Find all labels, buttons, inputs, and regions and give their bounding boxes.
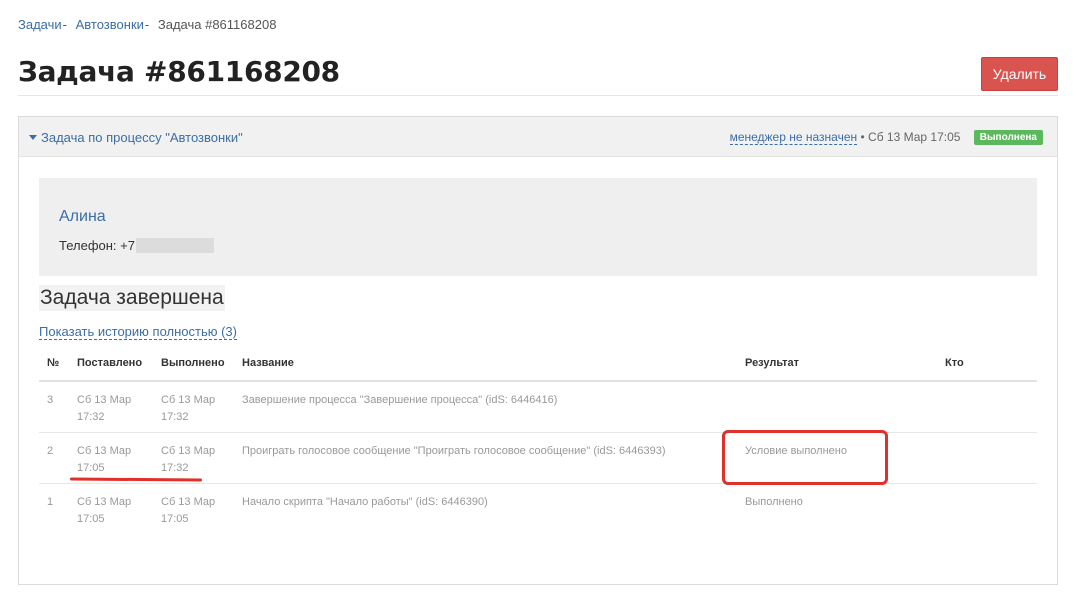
- breadcrumb-item-tasks[interactable]: Задачи: [18, 17, 62, 32]
- row-num: 3: [47, 394, 54, 406]
- history-link[interactable]: Показать историю полностью (3): [39, 324, 237, 340]
- row-result: Выполнено: [745, 496, 803, 508]
- panel-header: Задача по процессу "Автозвонки" менеджер…: [19, 117, 1057, 157]
- breadcrumb-item-autocalls[interactable]: Автозвонки: [76, 17, 144, 32]
- breadcrumb: Задачи- Автозвонки- Задача #861168208: [18, 17, 276, 32]
- manager-link[interactable]: менеджер не назначен: [729, 130, 858, 145]
- row-name: Завершение процесса "Завершение процесса…: [242, 394, 558, 406]
- row-done-time: 17:32: [161, 411, 189, 423]
- row-done-time: 17:32: [161, 462, 189, 474]
- completion-title: Задача завершена: [39, 285, 225, 311]
- table-row: 3 Сб 13 Мар 17:32 Сб 13 Мар 17:32 Завершен…: [39, 382, 1037, 433]
- contact-name-link[interactable]: Алина: [59, 208, 106, 226]
- page-title: Задача #861168208: [18, 55, 340, 88]
- row-num: 1: [47, 496, 54, 508]
- col-header-name: Название: [242, 357, 294, 369]
- row-set-date: Сб 13 Мар: [77, 394, 132, 406]
- meta-separator: •: [860, 130, 865, 144]
- col-header-num: №: [47, 357, 60, 369]
- row-name: Проиграть голосовое сообщение "Проиграть…: [242, 445, 666, 457]
- row-set-time: 17:05: [77, 513, 105, 525]
- col-header-who: Кто: [945, 357, 964, 369]
- task-panel: Задача по процессу "Автозвонки" менеджер…: [18, 116, 1058, 585]
- process-label: Задача по процессу "Автозвонки": [41, 130, 243, 145]
- col-header-done: Выполнено: [161, 357, 225, 369]
- panel-meta: менеджер не назначен • Сб 13 Мар 17:05 В…: [729, 130, 1043, 145]
- row-set: Сб 13 Мар 17:05: [77, 443, 147, 477]
- row-done-time: 17:05: [161, 513, 189, 525]
- contact-card: Алина Телефон: +7: [39, 178, 1037, 276]
- task-datetime: Сб 13 Мар 17:05: [868, 130, 961, 144]
- row-set-date: Сб 13 Мар: [77, 445, 132, 457]
- col-header-set: Поставлено: [77, 357, 143, 369]
- row-done: Сб 13 Мар 17:05: [161, 494, 231, 528]
- row-done-date: Сб 13 Мар: [161, 445, 216, 457]
- breadcrumb-separator: -: [62, 17, 67, 32]
- row-done-date: Сб 13 Мар: [161, 394, 216, 406]
- delete-button[interactable]: Удалить: [981, 57, 1058, 91]
- row-done: Сб 13 Мар 17:32: [161, 392, 231, 426]
- row-set-date: Сб 13 Мар: [77, 496, 132, 508]
- row-set-time: 17:32: [77, 411, 105, 423]
- breadcrumb-current: Задача #861168208: [157, 17, 277, 32]
- status-badge: Выполнена: [973, 130, 1043, 145]
- row-num: 2: [47, 445, 54, 457]
- divider: [18, 95, 1058, 96]
- row-set: Сб 13 Мар 17:32: [77, 392, 147, 426]
- table-row: 1 Сб 13 Мар 17:05 Сб 13 Мар 17:05 Начало с…: [39, 484, 1037, 535]
- process-toggle[interactable]: Задача по процессу "Автозвонки": [29, 130, 243, 145]
- col-header-result: Результат: [745, 357, 800, 369]
- row-set: Сб 13 Мар 17:05: [77, 494, 147, 528]
- phone-label: Телефон: +7: [59, 238, 135, 253]
- row-name: Начало скрипта "Начало работы" (idS: 644…: [242, 496, 488, 508]
- breadcrumb-separator: -: [144, 17, 150, 32]
- row-done: Сб 13 Мар 17:32: [161, 443, 231, 477]
- phone-redaction: [135, 238, 214, 253]
- row-set-time: 17:05: [77, 462, 105, 474]
- caret-down-icon: [29, 135, 37, 140]
- contact-phone: Телефон: +7: [59, 238, 214, 253]
- annotation-highlight-box: [722, 430, 888, 485]
- row-done-date: Сб 13 Мар: [161, 496, 216, 508]
